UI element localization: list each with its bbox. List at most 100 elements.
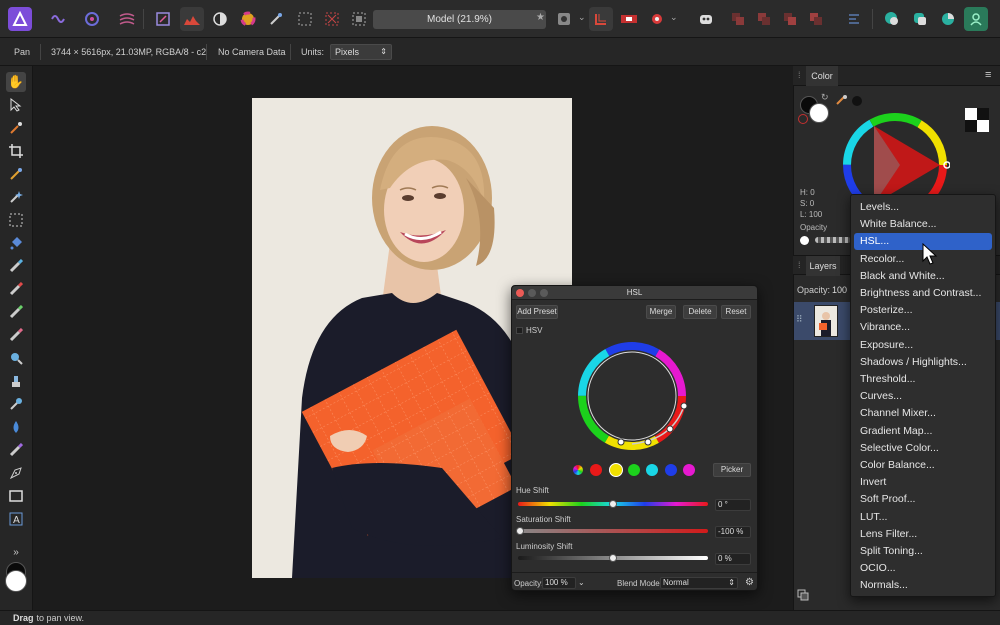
- cyan-swatch[interactable]: [646, 464, 658, 476]
- all-colors-swatch[interactable]: [573, 465, 583, 475]
- marquee-tool-icon[interactable]: [6, 210, 26, 230]
- persona-liquify-icon[interactable]: [80, 7, 104, 31]
- color-wheel-icon[interactable]: [236, 7, 260, 31]
- auto-adjust-icon[interactable]: [264, 7, 288, 31]
- menu-item-posterize[interactable]: Posterize...: [854, 302, 992, 319]
- text-tool-icon[interactable]: A: [6, 509, 26, 529]
- menu-item-lens-filter[interactable]: Lens Filter...: [854, 526, 992, 543]
- account-icon[interactable]: [964, 7, 988, 31]
- chevron-down-icon[interactable]: ⌄: [578, 12, 586, 23]
- menu-item-lut[interactable]: LUT...: [854, 509, 992, 526]
- white-swatch[interactable]: [977, 120, 989, 132]
- inpainting-tool-icon[interactable]: [6, 371, 26, 391]
- opacity-value[interactable]: 100 %: [542, 577, 576, 589]
- hue-shift-knob[interactable]: [609, 500, 617, 508]
- gear-icon[interactable]: ⚙: [745, 577, 754, 588]
- delete-button[interactable]: Delete: [683, 305, 717, 319]
- blue-swatch[interactable]: [665, 464, 677, 476]
- layer-opacity-value[interactable]: 100: [832, 285, 847, 295]
- black-swatch[interactable]: [965, 120, 977, 132]
- menu-item-color-balance[interactable]: Color Balance...: [854, 457, 992, 474]
- panel-grip-icon[interactable]: ⁞: [798, 70, 801, 80]
- menu-item-soft-proof[interactable]: Soft Proof...: [854, 491, 992, 508]
- menu-item-ocio[interactable]: OCIO...: [854, 560, 992, 577]
- persona-develop-icon[interactable]: [115, 7, 139, 31]
- menu-item-brightness-and-contrast[interactable]: Brightness and Contrast...: [854, 285, 992, 302]
- flood-select-tool-icon[interactable]: [6, 187, 26, 207]
- secondary-color-swatch[interactable]: [5, 570, 27, 592]
- hue-ring[interactable]: [572, 336, 692, 456]
- menu-item-white-balance[interactable]: White Balance...: [854, 216, 992, 233]
- share-icon[interactable]: [908, 7, 932, 31]
- saturation-shift-knob[interactable]: [516, 527, 524, 535]
- magenta-swatch[interactable]: [683, 464, 695, 476]
- drag-handle-icon[interactable]: ⠿: [796, 314, 803, 325]
- sync-icon[interactable]: [936, 7, 960, 31]
- menu-item-split-toning[interactable]: Split Toning...: [854, 543, 992, 560]
- pixel-tool-icon[interactable]: [6, 279, 26, 299]
- saturation-shift-value[interactable]: -100 %: [715, 526, 751, 538]
- green-swatch[interactable]: [628, 464, 640, 476]
- menu-item-invert[interactable]: Invert: [854, 474, 992, 491]
- app-logo-icon[interactable]: [8, 7, 32, 31]
- menu-item-exposure[interactable]: Exposure...: [854, 337, 992, 354]
- align-icon[interactable]: [842, 7, 866, 31]
- color-wheel[interactable]: [840, 110, 950, 200]
- color-opacity-slider[interactable]: [815, 237, 851, 243]
- menu-item-normals[interactable]: Normals...: [854, 577, 992, 594]
- dodge-tool-icon[interactable]: [6, 394, 26, 414]
- move-tool-icon[interactable]: [6, 95, 26, 115]
- eyedropper-icon[interactable]: [836, 95, 850, 105]
- contrast-icon[interactable]: [208, 7, 232, 31]
- blur-tool-icon[interactable]: [6, 417, 26, 437]
- color-picker-tool-icon[interactable]: [6, 118, 26, 138]
- persona-export-icon[interactable]: [151, 7, 175, 31]
- menu-item-threshold[interactable]: Threshold...: [854, 371, 992, 388]
- pen-tool-icon[interactable]: [6, 463, 26, 483]
- reset-button[interactable]: Reset: [721, 305, 751, 319]
- studio-link-icon[interactable]: [880, 7, 904, 31]
- white-swatch[interactable]: [965, 108, 977, 120]
- menu-item-black-and-white[interactable]: Black and White...: [854, 268, 992, 285]
- blend-mode-select[interactable]: Normal ⇕: [660, 577, 738, 589]
- hand-tool-icon[interactable]: ✋: [6, 72, 26, 92]
- black-swatch[interactable]: [977, 108, 989, 120]
- hsl-titlebar[interactable]: HSL: [512, 286, 757, 300]
- paint-brush-tool-icon[interactable]: [6, 256, 26, 276]
- view-mode-icon[interactable]: [552, 7, 576, 31]
- swap-colors-icon[interactable]: ↻: [821, 92, 829, 103]
- star-icon[interactable]: ★: [536, 12, 545, 23]
- arrange-forward-icon[interactable]: [778, 7, 802, 31]
- layer-stack-icon[interactable]: [797, 589, 809, 601]
- menu-item-vibrance[interactable]: Vibrance...: [854, 319, 992, 336]
- zoom-tool-icon[interactable]: [6, 348, 26, 368]
- red-swatch[interactable]: [590, 464, 602, 476]
- picker-button[interactable]: Picker: [713, 463, 751, 477]
- menu-item-shadows-highlights[interactable]: Shadows / Highlights...: [854, 354, 992, 371]
- no-color-icon[interactable]: [798, 114, 808, 124]
- color-tab[interactable]: Color: [806, 66, 838, 86]
- chevron-down-icon[interactable]: ⌄: [670, 12, 678, 23]
- panel-grip-icon[interactable]: ⁞: [798, 260, 801, 270]
- quick-mask-icon[interactable]: [617, 7, 641, 31]
- stroke-color-swatch[interactable]: [809, 103, 829, 123]
- robot-icon[interactable]: [694, 7, 718, 31]
- merge-button[interactable]: Merge: [646, 305, 676, 319]
- histogram-icon[interactable]: [180, 7, 204, 31]
- hue-shift-value[interactable]: 0 °: [715, 499, 751, 511]
- layers-tab[interactable]: Layers: [806, 256, 840, 276]
- luminosity-shift-value[interactable]: 0 %: [715, 553, 751, 565]
- clone-brush-tool-icon[interactable]: [6, 302, 26, 322]
- fill-tool-icon[interactable]: [6, 233, 26, 253]
- chevron-down-icon[interactable]: ⌄: [578, 578, 585, 587]
- deselect-icon[interactable]: [320, 7, 344, 31]
- yellow-swatch[interactable]: [609, 463, 623, 477]
- saturation-shift-slider[interactable]: [518, 529, 708, 533]
- eyedropper-color-swatch[interactable]: [852, 96, 862, 106]
- invert-selection-icon[interactable]: [347, 7, 371, 31]
- arrange-back-icon[interactable]: [726, 7, 750, 31]
- luminosity-shift-knob[interactable]: [609, 554, 617, 562]
- menu-item-gradient-map[interactable]: Gradient Map...: [854, 423, 992, 440]
- menu-item-channel-mixer[interactable]: Channel Mixer...: [854, 405, 992, 422]
- selection-brush-tool-icon[interactable]: [6, 164, 26, 184]
